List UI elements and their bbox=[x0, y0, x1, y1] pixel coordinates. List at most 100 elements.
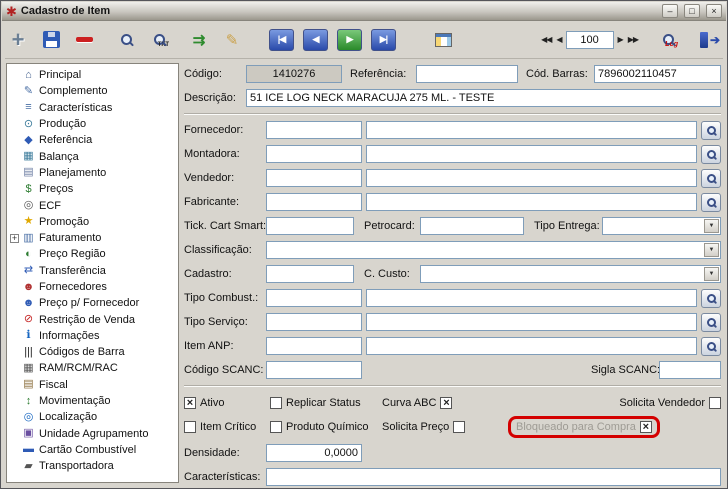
item-critico-checkbox[interactable] bbox=[184, 421, 196, 433]
nav-last-button[interactable]: ▶| bbox=[370, 26, 397, 54]
sidebar-item-ram-rcm-rac[interactable]: ▦ RAM/RCM/RAC bbox=[8, 360, 178, 376]
exit-button[interactable]: ➔ bbox=[697, 26, 723, 54]
sidebar-item-planejamento[interactable]: ▤ Planejamento bbox=[8, 165, 178, 181]
expand-icon[interactable]: + bbox=[10, 233, 19, 243]
solicita-preco-checkbox[interactable] bbox=[453, 421, 466, 433]
sidebar-item-unidade-agrupamento[interactable]: ▣ Unidade Agrupamento bbox=[8, 426, 178, 442]
petrocard-field[interactable] bbox=[420, 217, 524, 235]
vendedor-name-field[interactable] bbox=[366, 169, 697, 187]
fornecedor-name-field[interactable] bbox=[366, 121, 697, 139]
tipo-servico-lookup-button[interactable] bbox=[701, 312, 721, 332]
tipo-combust-name-field[interactable] bbox=[366, 289, 697, 307]
c-custo-select[interactable]: ▼ bbox=[420, 265, 721, 283]
pager-value-field[interactable]: 100 bbox=[565, 30, 614, 49]
nav-first-button[interactable]: |◀ bbox=[268, 26, 295, 54]
sidebar-item-movimentacao[interactable]: ↕ Movimentação bbox=[8, 393, 178, 409]
tipo-servico-code-field[interactable] bbox=[266, 313, 362, 331]
chevron-down-icon[interactable]: ▼ bbox=[704, 219, 719, 233]
sidebar-item-faturamento[interactable]: + ▥ Faturamento bbox=[8, 230, 178, 246]
classificacao-select[interactable]: ▼ bbox=[266, 241, 721, 259]
vendedor-lookup-button[interactable] bbox=[701, 168, 721, 188]
export-icon: ⇉ bbox=[192, 31, 206, 49]
item-anp-lookup-button[interactable] bbox=[701, 336, 721, 356]
tipo-servico-name-field[interactable] bbox=[366, 313, 697, 331]
sidebar-item-transportadora[interactable]: ▰ Transportadora bbox=[8, 458, 178, 474]
sidebar-item-promocao[interactable]: ★ Promoção bbox=[8, 214, 178, 230]
nav-prev-button[interactable]: ◀ bbox=[302, 26, 329, 54]
document-icon: ▤ bbox=[23, 378, 34, 391]
tipo-combust-lookup-button[interactable] bbox=[701, 288, 721, 308]
add-button[interactable]: + bbox=[5, 26, 31, 54]
log-button[interactable]: Log bbox=[656, 26, 682, 54]
sidebar-item-cartao-combustivel[interactable]: ▬ Cartão Combustível bbox=[8, 442, 178, 458]
item-anp-code-field[interactable] bbox=[266, 337, 362, 355]
solicita-vendedor-checkbox[interactable] bbox=[709, 396, 721, 409]
pager-next-icon[interactable]: ▶ bbox=[617, 34, 624, 46]
minimize-button[interactable]: – bbox=[662, 4, 678, 18]
curva-abc-checkbox[interactable] bbox=[440, 396, 453, 409]
search-txt-button[interactable]: TXT bbox=[147, 26, 173, 54]
grid-view-button[interactable] bbox=[430, 26, 456, 54]
codigo-scanc-field[interactable] bbox=[266, 361, 362, 379]
row-fabricante: Fabricante: bbox=[184, 192, 721, 212]
sidebar-item-ecf[interactable]: ◎ ECF bbox=[8, 197, 178, 213]
bloqueado-compra-checkbox[interactable] bbox=[639, 421, 652, 433]
ecf-icon: ◎ bbox=[23, 199, 34, 212]
item-anp-name-field[interactable] bbox=[366, 337, 697, 355]
sidebar-item-complemento[interactable]: ✎ Complemento bbox=[8, 83, 178, 99]
sidebar-item-preco-p-fornecedor[interactable]: ☻ Preço p/ Fornecedor bbox=[8, 295, 178, 311]
fabricante-code-field[interactable] bbox=[266, 193, 362, 211]
descricao-field[interactable]: 51 ICE LOG NECK MARACUJA 275 ML. - TESTE bbox=[246, 89, 721, 107]
replicar-status-checkbox[interactable] bbox=[270, 396, 282, 409]
pager-first-icon[interactable]: ◀◀ bbox=[540, 34, 552, 46]
save-button[interactable] bbox=[38, 26, 64, 54]
caracteristicas-field[interactable] bbox=[266, 468, 721, 486]
montadora-name-field[interactable] bbox=[366, 145, 697, 163]
pager-last-icon[interactable]: ▶▶ bbox=[627, 34, 639, 46]
sidebar-item-fiscal[interactable]: ▤ Fiscal bbox=[8, 377, 178, 393]
sidebar-item-localizacao[interactable]: ◎ Localização bbox=[8, 409, 178, 425]
sidebar-item-preco-regiao[interactable]: ◐ Preço Região bbox=[8, 246, 178, 262]
cod-barras-field[interactable]: 7896002110457 bbox=[594, 65, 721, 83]
sidebar-item-producao[interactable]: ⊙ Produção bbox=[8, 116, 178, 132]
search-button[interactable] bbox=[114, 26, 140, 54]
tick-cart-smart-field[interactable] bbox=[266, 217, 354, 235]
sidebar-item-precos[interactable]: $ Preços bbox=[8, 181, 178, 197]
pager-prev-icon[interactable]: ◀ bbox=[555, 34, 562, 46]
referencia-field[interactable] bbox=[416, 65, 518, 83]
sidebar-item-balanca[interactable]: ▦ Balança bbox=[8, 148, 178, 164]
nav-next-button[interactable]: ▶ bbox=[336, 26, 363, 54]
sidebar-item-referencia[interactable]: ◆ Referência bbox=[8, 132, 178, 148]
tipo-combust-code-field[interactable] bbox=[266, 289, 362, 307]
chevron-down-icon[interactable]: ▼ bbox=[704, 267, 719, 281]
tipo-entrega-label: Tipo Entrega: bbox=[534, 220, 600, 232]
montadora-lookup-button[interactable] bbox=[701, 144, 721, 164]
close-button[interactable]: × bbox=[706, 4, 722, 18]
chevron-down-icon[interactable]: ▼ bbox=[704, 243, 719, 257]
fabricante-name-field[interactable] bbox=[366, 193, 697, 211]
fornecedor-code-field[interactable] bbox=[266, 121, 362, 139]
sidebar-item-restricao-de-venda[interactable]: ⊘ Restrição de Venda bbox=[8, 311, 178, 327]
delete-button[interactable] bbox=[71, 26, 97, 54]
produto-quimico-checkbox[interactable] bbox=[270, 421, 282, 433]
densidade-field[interactable]: 0,0000 bbox=[266, 444, 362, 462]
sidebar-item-codigos-de-barra[interactable]: ||| Códigos de Barra bbox=[8, 344, 178, 360]
cadastro-field[interactable] bbox=[266, 265, 354, 283]
montadora-code-field[interactable] bbox=[266, 145, 362, 163]
maximize-button[interactable]: □ bbox=[684, 4, 700, 18]
sidebar-item-fornecedores[interactable]: ☻ Fornecedores bbox=[8, 279, 178, 295]
fabricante-lookup-button[interactable] bbox=[701, 192, 721, 212]
edit-button[interactable]: ✎ bbox=[219, 26, 245, 54]
row-caracteristicas: Características: bbox=[184, 468, 721, 486]
export-button[interactable]: ⇉ bbox=[186, 26, 212, 54]
tipo-entrega-select[interactable]: ▼ bbox=[602, 217, 721, 235]
vendedor-code-field[interactable] bbox=[266, 169, 362, 187]
sidebar-item-informacoes[interactable]: ℹ Informações bbox=[8, 328, 178, 344]
sidebar-item-transferencia[interactable]: ⇄ Transferência bbox=[8, 263, 178, 279]
ativo-checkbox[interactable] bbox=[184, 396, 196, 409]
fornecedor-lookup-button[interactable] bbox=[701, 120, 721, 140]
sidebar-item-principal[interactable]: ⌂ Principal bbox=[8, 67, 178, 83]
diamond-icon: ◆ bbox=[24, 133, 33, 146]
sidebar-item-caracteristicas[interactable]: ≡ Características bbox=[8, 100, 178, 116]
sigla-scanc-field[interactable] bbox=[659, 361, 721, 379]
